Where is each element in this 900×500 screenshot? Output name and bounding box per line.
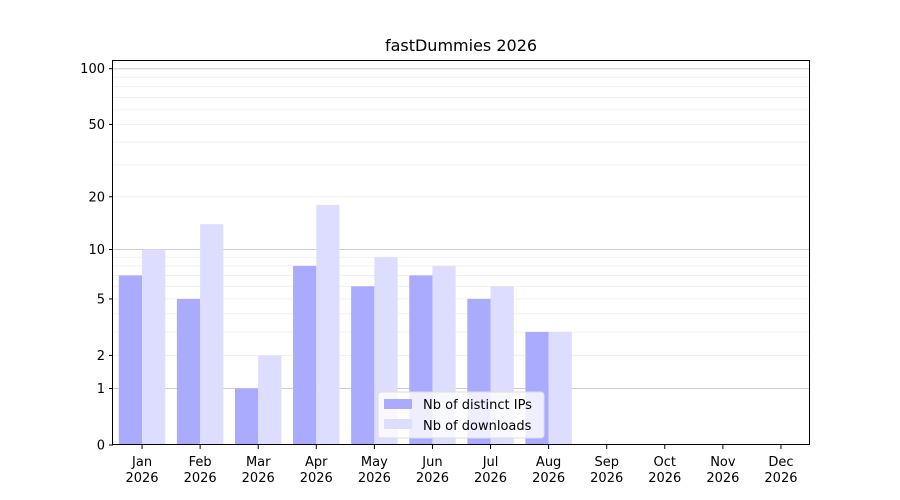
x-tick-label-year: 2026 <box>706 471 739 486</box>
bar-downloads <box>258 355 282 445</box>
x-tick-label-year: 2026 <box>242 471 275 486</box>
bar-downloads <box>200 224 224 445</box>
x-tick-label-month: Dec <box>768 455 793 470</box>
x-tick-label-year: 2026 <box>474 471 507 486</box>
x-tick-label-year: 2026 <box>125 471 158 486</box>
bar-distinct-ips <box>351 286 375 445</box>
y-tick-label: 5 <box>97 292 105 307</box>
chart-title: fastDummies 2026 <box>385 36 537 55</box>
y-tick-label: 2 <box>97 349 105 364</box>
x-tick-label-year: 2026 <box>416 471 449 486</box>
x-tick-label-month: Sep <box>594 455 619 470</box>
x-tick-label-month: Aug <box>536 455 561 470</box>
legend-label-downloads: Nb of downloads <box>423 419 532 434</box>
legend-swatch-distinct-ips <box>384 399 412 409</box>
x-tick-label-year: 2026 <box>300 471 333 486</box>
bar-downloads <box>548 331 572 445</box>
y-tick-label: 100 <box>80 62 105 77</box>
bar-chart: 0125102050100Jan2026Feb2026Mar2026Apr202… <box>0 0 900 500</box>
x-tick-label-month: Jun <box>421 455 442 470</box>
y-tick-label: 20 <box>88 190 105 205</box>
x-tick-label-year: 2026 <box>358 471 391 486</box>
legend: Nb of distinct IPs Nb of downloads <box>377 391 545 439</box>
x-tick-label-month: Jan <box>131 455 152 470</box>
x-tick-label-year: 2026 <box>532 471 565 486</box>
x-tick-label-month: Mar <box>246 455 271 470</box>
x-tick-label-year: 2026 <box>590 471 623 486</box>
x-tick-label-month: Oct <box>654 455 676 470</box>
legend-swatch-downloads <box>384 419 412 429</box>
x-tick-label-month: Jul <box>482 455 499 470</box>
x-tick-label-year: 2026 <box>648 471 681 486</box>
y-tick-label: 1 <box>97 382 105 397</box>
bar-distinct-ips <box>176 298 201 445</box>
bar-distinct-ips <box>118 275 143 445</box>
y-tick-label: 0 <box>97 439 105 454</box>
bar-downloads <box>142 249 166 445</box>
y-tick-label: 50 <box>88 118 105 133</box>
x-tick-label-month: Feb <box>189 455 212 470</box>
bar-downloads <box>316 204 340 445</box>
bar-distinct-ips <box>234 388 259 445</box>
x-tick-label-year: 2026 <box>764 471 797 486</box>
bar-distinct-ips <box>293 265 317 445</box>
y-tick-label: 10 <box>88 243 105 258</box>
x-tick-label-year: 2026 <box>184 471 217 486</box>
x-tick-label-month: May <box>361 455 388 470</box>
legend-label-distinct-ips: Nb of distinct IPs <box>423 398 532 413</box>
x-tick-label-month: Nov <box>710 455 736 470</box>
x-tick-label-month: Apr <box>305 455 328 470</box>
